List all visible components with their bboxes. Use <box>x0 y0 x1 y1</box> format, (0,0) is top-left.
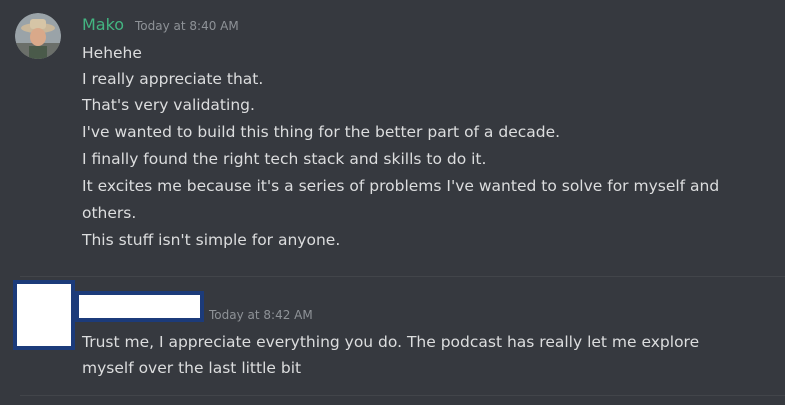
message-line: I really appreciate that. <box>82 70 264 88</box>
redacted-author-name <box>75 291 204 322</box>
message-timestamp: Today at 8:42 AM <box>209 308 313 322</box>
avatar[interactable] <box>15 13 61 59</box>
author-name[interactable]: Mako <box>82 15 124 34</box>
message-line: That's very validating. <box>82 96 255 114</box>
chat-message-list: Mako Today at 8:40 AM Hehehe I really ap… <box>0 0 785 405</box>
message-line: I've wanted to build this thing for the … <box>82 123 561 141</box>
message-line: myself over the last little bit <box>82 359 302 377</box>
message-line: This stuff isn't simple for anyone. <box>82 231 341 249</box>
message-group: Today at 8:42 AM Trust me, I appreciate … <box>0 277 785 395</box>
message-line: others. <box>82 204 137 222</box>
message-group: Mako Today at 8:40 AM Hehehe I really ap… <box>0 0 785 276</box>
message-divider <box>20 395 785 396</box>
message-line: It excites me because it's a series of p… <box>82 177 720 195</box>
message-line: I finally found the right tech stack and… <box>82 150 487 168</box>
message-timestamp: Today at 8:40 AM <box>135 19 239 33</box>
message-line: Hehehe <box>82 44 142 62</box>
message-line: Trust me, I appreciate everything you do… <box>82 333 700 351</box>
redacted-avatar <box>13 280 75 350</box>
